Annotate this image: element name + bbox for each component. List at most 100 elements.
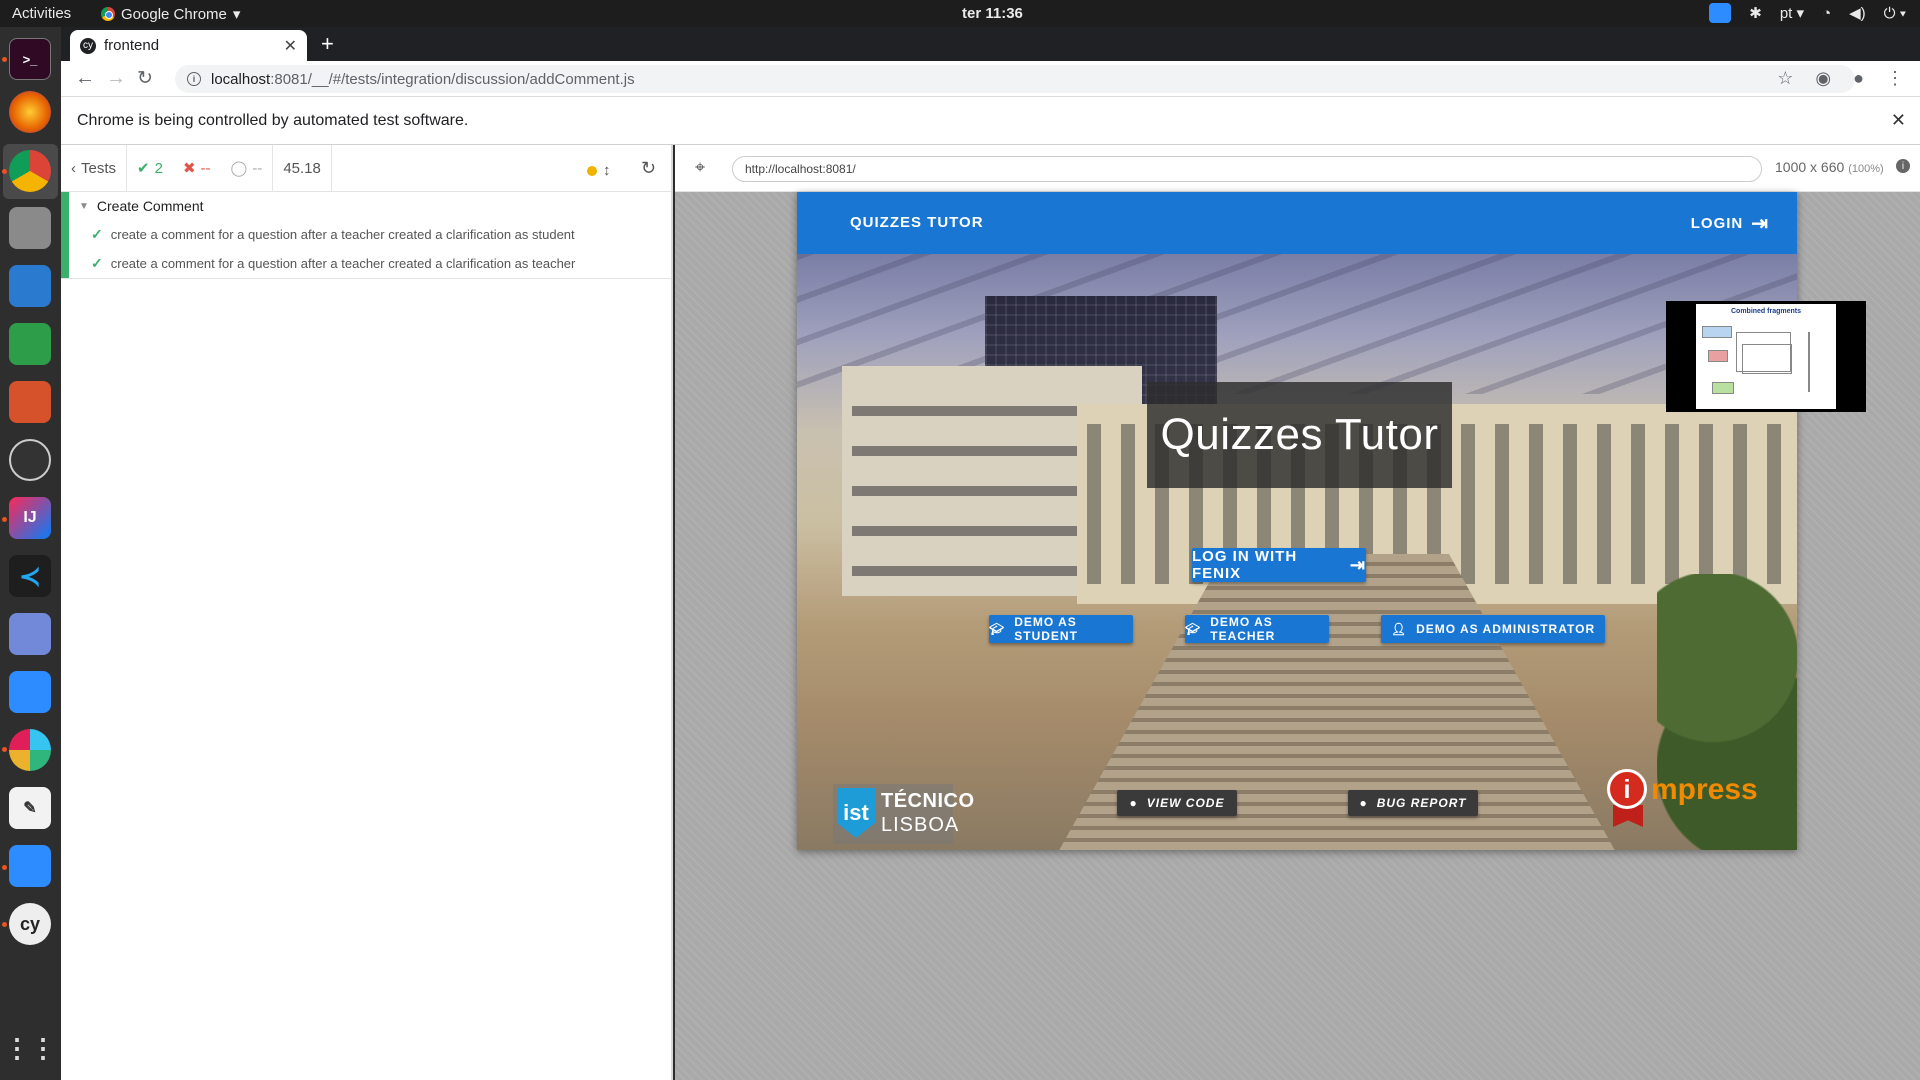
- url-path: :8081/__/#/tests/integration/discussion/…: [270, 70, 635, 88]
- running-indicator: [2, 747, 7, 752]
- files-icon[interactable]: [9, 207, 51, 249]
- test-item[interactable]: ✓ create a comment for a question after …: [61, 249, 671, 278]
- profile-icon[interactable]: ●: [1853, 68, 1864, 89]
- extension-icon[interactable]: ◉: [1815, 68, 1831, 89]
- site-info-icon[interactable]: i: [187, 72, 201, 86]
- calc-icon[interactable]: [9, 323, 51, 365]
- viewport-size-value: 1000 x 660: [1775, 159, 1845, 175]
- user-cog-icon: 👤︎: [1390, 622, 1408, 636]
- floating-thumbnail[interactable]: Combined fragments: [1666, 301, 1866, 412]
- aut-header: ⌖ http://localhost:8081/ 1000 x 660 (100…: [675, 145, 1920, 192]
- check-icon: ✓: [91, 226, 103, 242]
- discord-icon[interactable]: [9, 613, 51, 655]
- cypress-icon[interactable]: cy: [9, 903, 51, 945]
- view-code-button[interactable]: ● VIEW CODE: [1117, 790, 1237, 816]
- show-apps-icon[interactable]: ⋮⋮: [4, 1027, 56, 1069]
- failed-value: --: [200, 159, 211, 177]
- running-indicator: [2, 57, 7, 62]
- zoom-tray-icon[interactable]: [1709, 3, 1732, 23]
- clock[interactable]: ter 11:36: [962, 5, 1023, 22]
- text-editor-icon[interactable]: ✎: [9, 787, 51, 829]
- caret-down-icon: ▼: [79, 200, 89, 212]
- system-top-bar: Activities Google Chrome ▾ ter 11:36 ✱ p…: [0, 0, 1920, 27]
- terminal-icon[interactable]: >_: [9, 38, 51, 80]
- duration: 45.18: [273, 144, 332, 192]
- diagram-box: [1742, 344, 1792, 374]
- selector-playground-icon[interactable]: ⌖: [695, 157, 705, 178]
- demo-student-button[interactable]: 🎓︎ DEMO AS STUDENT: [989, 615, 1133, 643]
- demo-teacher-label: DEMO AS TEACHER: [1210, 615, 1276, 643]
- toolbar-actions: ☆ ◉ ● ⋮: [1777, 68, 1904, 89]
- test-title: create a comment for a question after a …: [110, 227, 575, 242]
- running-indicator: [2, 922, 7, 927]
- reload-icon[interactable]: ↻: [137, 67, 153, 90]
- impress-app-icon[interactable]: [9, 381, 51, 423]
- close-tab-icon[interactable]: ✕: [284, 36, 297, 56]
- duration-value: 45.18: [283, 159, 321, 177]
- login-fenix-button[interactable]: LOG IN WITH FENIX ⇥: [1192, 548, 1366, 582]
- address-bar[interactable]: i localhost:8081/__/#/tests/integration/…: [175, 65, 1855, 93]
- back-icon[interactable]: ←: [75, 67, 95, 90]
- dock: >_ IJ ≺ ✎ cy ⋮⋮: [0, 27, 61, 1080]
- suite-title[interactable]: ▼ Create Comment: [61, 192, 671, 220]
- test-item[interactable]: ✓ create a comment for a question after …: [61, 220, 671, 249]
- new-tab-button[interactable]: +: [321, 31, 334, 57]
- thumbnail-slide: Combined fragments: [1696, 304, 1836, 409]
- zoom-icon[interactable]: [9, 671, 51, 713]
- clock-app-icon[interactable]: [9, 439, 51, 481]
- writer-icon[interactable]: [9, 265, 51, 307]
- vscode-icon[interactable]: ≺: [9, 555, 51, 597]
- language-indicator[interactable]: pt ▾: [1780, 4, 1804, 22]
- passed-count: ✔ 2: [127, 145, 173, 192]
- bug-report-button[interactable]: ● BUG REPORT: [1348, 790, 1478, 816]
- demo-admin-label: DEMO AS ADMINISTRATOR: [1416, 622, 1596, 636]
- zoom-meeting-icon[interactable]: [9, 845, 51, 887]
- app-bar: QUIZZES TUTOR LOGIN ⇥: [797, 192, 1797, 254]
- menu-icon[interactable]: ⋮: [1886, 68, 1904, 89]
- activities-button[interactable]: Activities: [12, 5, 71, 22]
- app-menu-label: Google Chrome: [121, 5, 227, 23]
- tests-back-button[interactable]: ‹ Tests: [61, 144, 128, 192]
- impress-logo: i mpress: [1607, 769, 1767, 829]
- demo-teacher-button[interactable]: 🎓︎ DEMO AS TEACHER: [1185, 615, 1329, 643]
- bookmark-star-icon[interactable]: ☆: [1777, 68, 1793, 89]
- login-label: LOGIN: [1690, 215, 1744, 232]
- demo-admin-button[interactable]: 👤︎ DEMO AS ADMINISTRATOR: [1381, 615, 1605, 643]
- pending-value: --: [252, 159, 263, 177]
- hero-title: Quizzes Tutor: [1147, 382, 1452, 488]
- app-menu[interactable]: Google Chrome ▾: [101, 5, 240, 23]
- firefox-icon[interactable]: [9, 91, 51, 133]
- rerun-icon[interactable]: ↻: [641, 158, 656, 179]
- infobar-message: Chrome is being controlled by automated …: [77, 111, 469, 129]
- info-badge-icon: i: [1607, 769, 1647, 809]
- run-status[interactable]: ↕: [587, 162, 611, 179]
- app-under-test: QUIZZES TUTOR LOGIN ⇥ Quizzes Tutor LOG …: [797, 192, 1797, 850]
- thumbnail-title: Combined fragments: [1730, 308, 1801, 315]
- chevron-down-icon: ▾: [232, 6, 241, 23]
- tecnico-line2: LISBOA: [881, 814, 960, 836]
- aut-url-field[interactable]: http://localhost:8081/: [732, 156, 1762, 182]
- viewport-zoom: (100%): [1848, 163, 1884, 175]
- cypress-favicon-icon: cy: [80, 37, 96, 54]
- forward-icon[interactable]: →: [106, 67, 126, 90]
- login-button[interactable]: LOGIN ⇥: [1691, 211, 1769, 236]
- tests-label: Tests: [81, 159, 117, 177]
- volume-icon[interactable]: ◀): [1849, 4, 1866, 22]
- check-icon: ✓: [91, 255, 103, 271]
- info-icon[interactable]: i: [1896, 159, 1910, 173]
- slack-icon[interactable]: [9, 729, 51, 771]
- wifi-icon[interactable]: ◔: [1822, 5, 1831, 22]
- suite-create-comment: ▼ Create Comment ✓ create a comment for …: [61, 192, 671, 279]
- tab-frontend[interactable]: cy frontend ✕: [70, 30, 307, 61]
- app-brand[interactable]: QUIZZES TUTOR: [850, 214, 984, 231]
- slack-tray-icon[interactable]: ✱: [1749, 4, 1762, 22]
- impress-word: mpress: [1651, 773, 1758, 806]
- ist-shield-icon: ist: [837, 788, 875, 838]
- power-icon[interactable]: ⏻ ▾: [1884, 5, 1906, 22]
- x-icon: ✖: [182, 160, 196, 177]
- intellij-icon[interactable]: IJ: [9, 497, 51, 539]
- chrome-icon[interactable]: [9, 150, 51, 192]
- cypress-reporter: ‹ Tests ✔ 2 ✖ -- ◯ -- 45.18 ↕ ↻ ▼ Create…: [61, 144, 673, 1080]
- auto-scroll-icon[interactable]: ↕: [603, 162, 611, 179]
- close-infobar-icon[interactable]: ✕: [1891, 110, 1906, 131]
